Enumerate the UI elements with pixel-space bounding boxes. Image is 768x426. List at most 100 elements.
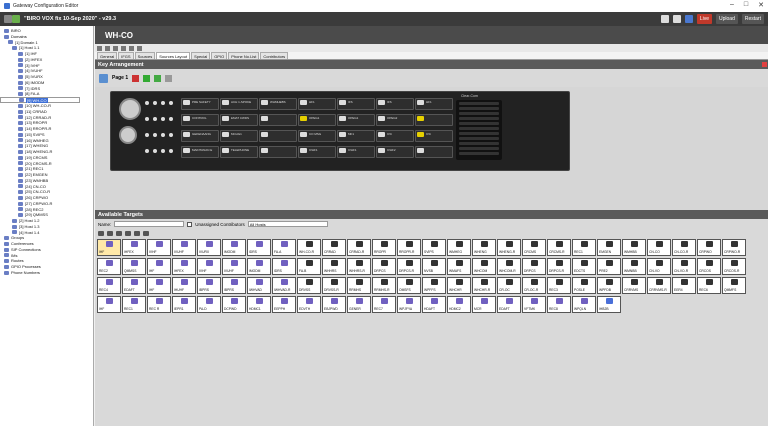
target-tile[interactable]: WPJFYA (397, 296, 421, 313)
target-tile[interactable]: SVIPS (422, 239, 446, 256)
target-tile[interactable]: DRVSS-R (322, 277, 346, 294)
target-tile[interactable]: CRCMS-R (547, 239, 571, 256)
target-tile[interactable]: CRCOS (697, 258, 721, 275)
target-tile[interactable]: DRVSS (297, 277, 321, 294)
panel-key[interactable]: MAINTANAN E (181, 146, 219, 158)
target-tile[interactable]: EBJPWD (322, 296, 346, 313)
target-tile[interactable]: REC4 (97, 277, 121, 294)
target-tile[interactable]: HDMC2 (447, 296, 471, 313)
tab-phone-no-list[interactable]: Phone No.List (228, 52, 260, 59)
target-tile[interactable]: CN-VO (647, 258, 671, 275)
document-icon[interactable] (660, 15, 669, 23)
target-tile[interactable]: DRPCS-R (397, 258, 421, 275)
target-tile[interactable]: GENER (347, 296, 371, 313)
target-tile[interactable]: IBPRS (197, 277, 221, 294)
target-tile[interactable]: REC1 (572, 239, 596, 256)
target-tile[interactable]: IHF (147, 258, 171, 275)
target-tile[interactable]: IVURX (197, 239, 221, 256)
panel-key[interactable]: CONTROL (181, 114, 219, 126)
target-tile[interactable]: IDRS (247, 239, 271, 256)
panel-key[interactable]: MCHG1 (220, 130, 258, 142)
target-tile[interactable]: WPFFS (422, 277, 446, 294)
panel-key[interactable]: PRE SAFETY (181, 98, 219, 110)
panel-key[interactable]: OPEG2 (376, 114, 414, 126)
volume-knob[interactable] (119, 98, 141, 120)
target-tile[interactable]: WMHEG (447, 239, 471, 256)
target-tile[interactable]: IWHVAD-R (272, 277, 296, 294)
tab-contributors[interactable]: Contributors (260, 52, 289, 59)
next-icon[interactable] (113, 45, 118, 51)
panel-key[interactable]: EMAT CWDS (220, 114, 258, 126)
target-tile[interactable]: RROPR-R (397, 239, 421, 256)
target-tile[interactable]: FA-B (297, 258, 321, 275)
target-tile[interactable]: CRPWO-R (722, 239, 746, 256)
target-tile[interactable]: HDMC1 (247, 296, 271, 313)
filter-all-icon[interactable] (98, 231, 104, 236)
panel-key[interactable]: IVC (415, 130, 453, 142)
target-tile[interactable]: IDRS (272, 258, 296, 275)
upload-button[interactable]: Upload (716, 14, 738, 24)
target-tile[interactable]: REC7 (372, 296, 396, 313)
target-tile[interactable]: WHENG (472, 239, 496, 256)
target-tile[interactable]: RRMHS-R (372, 277, 396, 294)
panel-key[interactable] (259, 114, 297, 126)
add-page-icon[interactable] (154, 74, 162, 82)
target-tile[interactable]: IVHF (147, 239, 171, 256)
last-icon[interactable] (121, 45, 126, 51)
target-tile[interactable]: REC6 (697, 277, 721, 294)
target-tile[interactable]: IBPRS (222, 277, 246, 294)
panel-key[interactable]: CO MSG (298, 130, 336, 142)
tab-ifgs[interactable]: IFGS (118, 52, 134, 59)
target-tile[interactable]: IHFEX (172, 258, 196, 275)
target-tile[interactable]: CRCMS (522, 239, 546, 256)
target-tile[interactable]: IHFEX (122, 239, 146, 256)
target-tile[interactable]: REC1 (122, 296, 146, 313)
tab-special[interactable]: Special (191, 52, 211, 59)
target-tile[interactable]: WMHBB (622, 239, 646, 256)
target-tile[interactable]: DRPCS (522, 258, 546, 275)
target-tile[interactable]: IVUHF (222, 258, 246, 275)
target-tile[interactable]: CRRVMS-R (647, 277, 671, 294)
tab-sources-layout[interactable]: Sources Layout (156, 52, 191, 59)
target-tile[interactable]: IHF (147, 277, 171, 294)
minimize-button[interactable]: – (730, 1, 734, 9)
target-tile[interactable]: IHF (97, 296, 121, 313)
target-tile[interactable]: IHF (97, 239, 121, 256)
panel-key[interactable]: TELEPHONE (220, 146, 258, 158)
panel-key[interactable]: ACH 1-SPOKE (220, 98, 258, 110)
panel-key[interactable] (415, 114, 453, 126)
target-tile[interactable]: WPFDB (597, 277, 621, 294)
target-tile[interactable]: RROPR (372, 239, 396, 256)
target-tile[interactable]: REC2 (97, 258, 121, 275)
target-tile[interactable]: NVSB (422, 258, 446, 275)
target-tile[interactable]: IWHVAD (247, 277, 271, 294)
target-tile[interactable]: VFTMK (522, 296, 546, 313)
prev-page-icon[interactable] (132, 74, 140, 82)
target-tile[interactable]: WHHRS (322, 258, 346, 275)
target-tile[interactable]: CN-VO-R (672, 258, 696, 275)
filter-port-icon[interactable] (116, 231, 122, 236)
target-tile[interactable]: DRPCS (372, 258, 396, 275)
target-tile[interactable]: RRMHS (347, 277, 371, 294)
target-tile[interactable]: WPQLN (572, 296, 596, 313)
mic-knob[interactable] (119, 126, 137, 144)
panel-key[interactable]: IFS (376, 98, 414, 110)
panel-key[interactable]: IVHF1 (298, 146, 336, 158)
panel-key[interactable]: WHMHEBS (259, 98, 297, 110)
target-tile[interactable]: EMGEN (597, 239, 621, 256)
target-tile[interactable]: CN-CO-R (672, 239, 696, 256)
collapse-icon[interactable] (762, 62, 767, 67)
panel-key[interactable]: HF1 (298, 98, 336, 110)
panel-key[interactable] (259, 130, 297, 142)
panel-key[interactable] (415, 146, 453, 158)
config-tree[interactable]: BIRO Domains [1] Domain 1 [1] Host 1.1 [1] I… (0, 26, 94, 426)
panel-key[interactable]: GEKENAANG (181, 130, 219, 142)
target-tile[interactable]: WH-CO-R (297, 239, 321, 256)
target-tile[interactable]: POSLE (572, 277, 596, 294)
target-tile[interactable]: EER4 (672, 277, 696, 294)
target-tile[interactable]: REC R (147, 296, 171, 313)
close-button[interactable]: ✕ (758, 1, 764, 9)
target-tile[interactable]: DRPCS-R (547, 258, 571, 275)
tab-general[interactable]: General (97, 52, 118, 59)
target-tile[interactable]: CR-OC-R (522, 277, 546, 294)
